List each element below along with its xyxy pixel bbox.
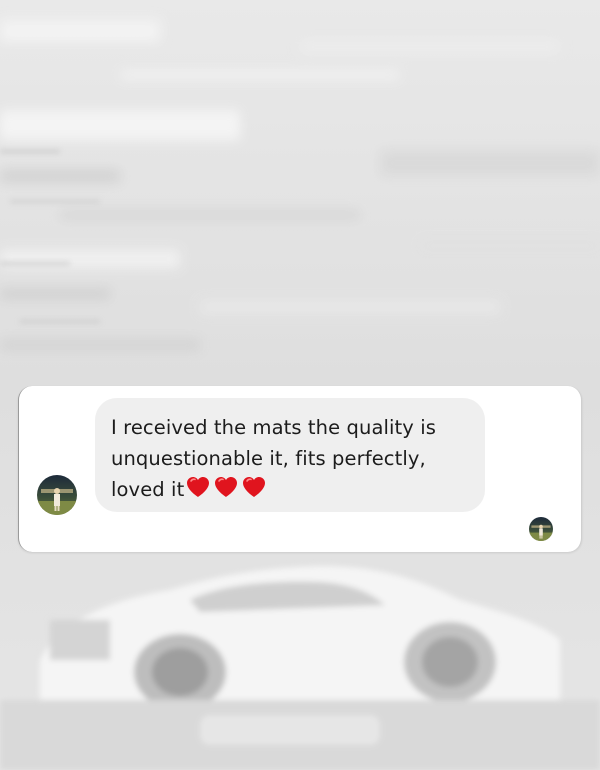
heart-icon [187,477,210,497]
avatar-photo-icon [37,475,77,515]
message-text-line-3-text: loved it [111,478,185,501]
background-photo [0,0,600,770]
avatar-photo-icon [529,517,553,541]
message-text-line-1: I received the mats the quality is [111,416,437,439]
heart-icon [215,477,238,497]
message-bubble[interactable]: I received the mats the quality is unque… [95,398,485,512]
sender-avatar[interactable] [37,475,77,515]
heart-icon [243,477,266,497]
seen-receipt-avatar [529,517,553,541]
message-text-line-3: loved it [111,474,469,508]
heart-emojis [185,475,269,508]
message-card: I received the mats the quality is unque… [18,386,582,552]
message-text-line-2: unquestionable it, fits perfectly, [111,447,426,470]
